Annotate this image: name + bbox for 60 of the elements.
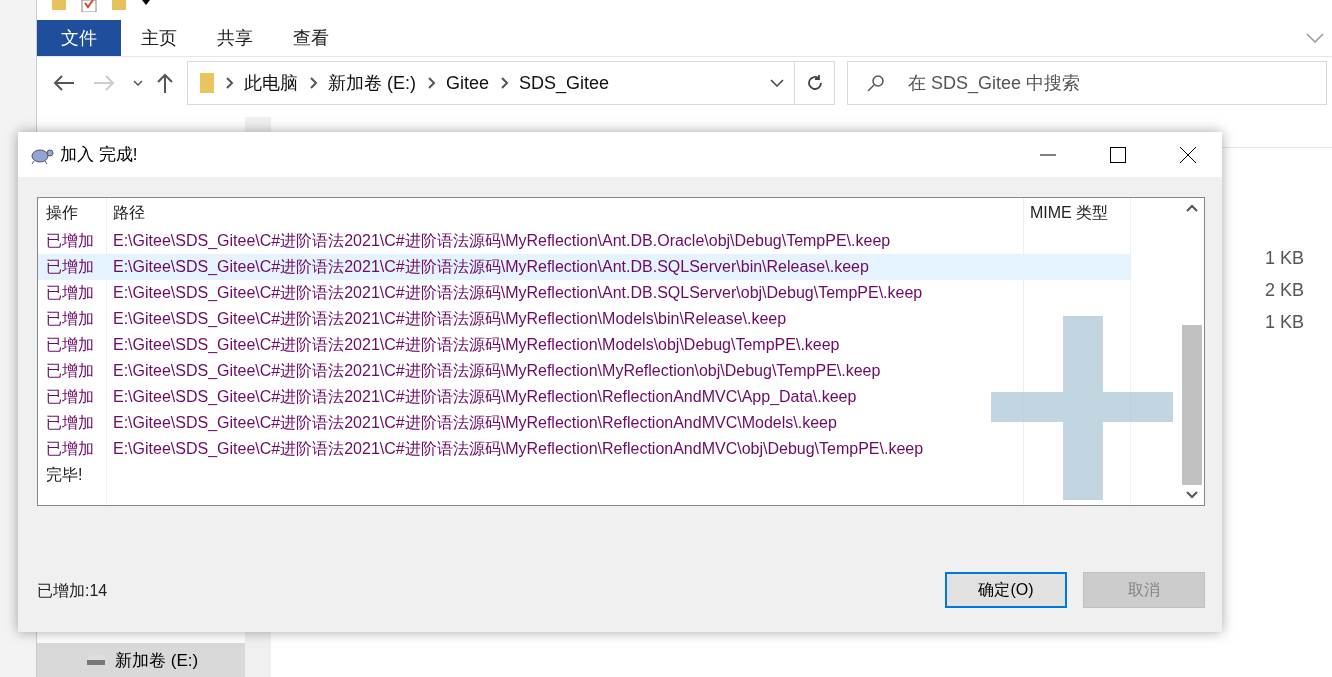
chevron-right-icon — [226, 77, 234, 89]
up-icon[interactable] — [157, 73, 173, 93]
nav-label: 新加卷 (E:) — [115, 649, 199, 672]
column-header[interactable]: 路径 — [107, 198, 1024, 228]
scroll-down-icon[interactable] — [1186, 491, 1198, 499]
action-cell: 已增加 — [38, 436, 107, 462]
back-icon[interactable] — [53, 75, 75, 91]
search-field[interactable]: 在 SDS_Gitee 中搜索 — [847, 61, 1327, 105]
maximize-icon[interactable] — [1110, 146, 1126, 163]
chevron-down-icon[interactable] — [133, 80, 143, 86]
action-cell: 已增加 — [38, 410, 107, 436]
ribbon-tab[interactable]: 查看 — [273, 20, 349, 56]
path-cell: E:\Gitee\SDS_Gitee\C#进阶语法2021\C#进阶语法源码\MyReflection\ReflectionAndMVC\obj\Debug\TempPE\.keep — [107, 436, 1024, 462]
action-cell: 完毕! — [38, 462, 107, 488]
address-bar[interactable]: 此电脑 新加卷 (E:) Gitee SDS_Gitee — [187, 61, 795, 105]
action-cell: 已增加 — [38, 306, 107, 332]
action-cell: 已增加 — [38, 254, 107, 280]
nav-item[interactable]: 新加卷 (E:) — [37, 643, 245, 677]
path-cell: E:\Gitee\SDS_Gitee\C#进阶语法2021\C#进阶语法源码\MyReflection\Models\bin\Release\.keep — [107, 306, 1024, 332]
breadcrumb-item[interactable]: 此电脑 — [244, 71, 298, 95]
file-size: 1 KB — [1264, 248, 1304, 270]
breadcrumb-item[interactable]: Gitee — [446, 72, 490, 94]
action-cell: 已增加 — [38, 358, 107, 384]
ribbon-tab[interactable]: 主页 — [121, 20, 197, 56]
ribbon-tab[interactable]: 文件 — [37, 20, 121, 56]
folder-icon — [200, 73, 214, 93]
dialog-title: 加入 完成! — [60, 144, 138, 166]
plus-icon — [991, 316, 1173, 500]
properties-icon[interactable] — [81, 0, 97, 12]
ribbon-tab[interactable]: 共享 — [197, 20, 273, 56]
refresh-icon — [805, 74, 824, 92]
path-cell: E:\Gitee\SDS_Gitee\C#进阶语法2021\C#进阶语法源码\MyReflection\Models\obj\Debug\TempPE\.keep — [107, 332, 1024, 358]
scroll-up-icon[interactable] — [1186, 204, 1198, 212]
list-row[interactable]: 已增加 E:\Gitee\SDS_Gitee\C#进阶语法2021\C#进阶语法源码\MyReflection\Ant.DB.SQLServer\obj\Debug\TempPE\.keep — [38, 280, 1180, 306]
path-cell: E:\Gitee\SDS_Gitee\C#进阶语法2021\C#进阶语法源码\MyReflection\Ant.DB.SQLServer\obj\Debug\TempPE\.keep — [107, 280, 1024, 306]
summary-text: 已增加:14 — [37, 581, 108, 601]
minimize-icon[interactable] — [1040, 153, 1056, 156]
action-cell: 已增加 — [38, 384, 107, 410]
breadcrumb-item[interactable]: 新加卷 (E:) — [328, 71, 416, 95]
refresh-button[interactable] — [795, 61, 835, 105]
chevron-right-icon — [428, 77, 436, 89]
column-header[interactable]: 操作 — [38, 198, 107, 228]
path-cell: E:\Gitee\SDS_Gitee\C#进阶语法2021\C#进阶语法源码\MyReflection\Ant.DB.SQLServer\bin\Release\.keep — [107, 254, 1024, 280]
scroll-thumb[interactable] — [1182, 325, 1202, 485]
path-cell: E:\Gitee\SDS_Gitee\C#进阶语法2021\C#进阶语法源码\MyReflection\MyReflection\obj\Debug\TempPE\.keep — [107, 358, 1024, 384]
dropdown-icon[interactable] — [141, 0, 151, 6]
search-icon — [867, 74, 885, 92]
breadcrumb-item[interactable]: SDS_Gitee — [519, 72, 610, 94]
column-header[interactable]: MIME 类型 — [1024, 198, 1131, 228]
action-cell: 已增加 — [38, 332, 107, 358]
chevron-down-icon[interactable] — [770, 79, 784, 87]
file-size: 2 KB — [1264, 280, 1304, 302]
close-icon[interactable] — [1180, 146, 1196, 163]
list-row[interactable]: 已增加 E:\Gitee\SDS_Gitee\C#进阶语法2021\C#进阶语法源码\MyReflection\Ant.DB.SQLServer\bin\Release\.keep — [38, 254, 1180, 280]
file-size: 1 KB — [1264, 312, 1304, 334]
action-cell: 已增加 — [38, 280, 107, 306]
folder-icon — [51, 0, 67, 10]
chevron-right-icon — [501, 77, 510, 89]
chevron-right-icon — [310, 77, 318, 89]
dialog-button[interactable]: 确定(O) — [945, 572, 1067, 608]
